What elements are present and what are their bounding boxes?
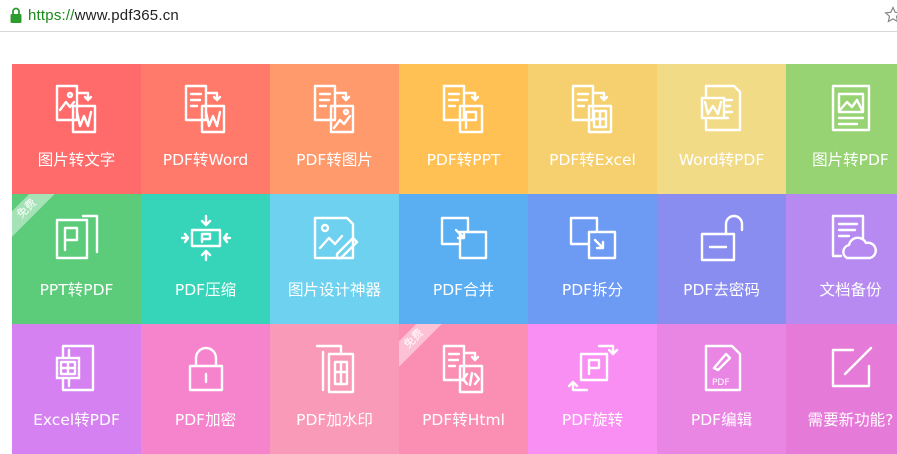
word-to-pdf-icon bbox=[694, 80, 750, 136]
tool-tile-pdf-encrypt[interactable]: PDF加密 bbox=[141, 324, 270, 454]
pdf-to-html-icon bbox=[436, 340, 492, 396]
url-text[interactable]: https://www.pdf365.cn bbox=[28, 6, 179, 26]
url-scheme: https:// bbox=[28, 7, 75, 24]
pdf-edit-icon: PDF bbox=[694, 340, 750, 396]
pdf-to-word-icon bbox=[178, 80, 234, 136]
pdf-encrypt-icon bbox=[178, 340, 234, 396]
tool-tile-pdf-to-ppt[interactable]: PDF转PPT bbox=[399, 64, 528, 194]
tool-tile-label: PDF编辑 bbox=[690, 411, 753, 429]
ppt-to-pdf-icon bbox=[49, 210, 105, 266]
image-to-word-icon bbox=[49, 80, 105, 136]
excel-to-pdf-icon bbox=[49, 340, 105, 396]
tool-tile-label: PDF转Excel bbox=[549, 151, 636, 169]
tool-grid: 图片转文字 PDF转Word PDF转图片 PDF转PPT PDF转Excel Word转… bbox=[12, 64, 897, 454]
tool-tile-image-to-word[interactable]: 图片转文字 bbox=[12, 64, 141, 194]
tool-tile-label: 图片设计神器 bbox=[287, 281, 381, 299]
tool-tile-label: PDF转Word bbox=[162, 151, 249, 169]
image-to-pdf-icon bbox=[823, 80, 879, 136]
address-bar[interactable]: https://www.pdf365.cn bbox=[0, 0, 897, 32]
tool-tile-pdf-watermark[interactable]: PDF加水印 bbox=[270, 324, 399, 454]
tool-tile-excel-to-pdf[interactable]: Excel转PDF bbox=[12, 324, 141, 454]
url-domain: www.pdf365.cn bbox=[74, 7, 179, 24]
pdf-unlock-icon bbox=[694, 210, 750, 266]
pdf-merge-icon bbox=[436, 210, 492, 266]
tool-tile-pdf-unlock[interactable]: PDF去密码 bbox=[657, 194, 786, 324]
tool-tile-label: PDF旋转 bbox=[561, 411, 624, 429]
tool-tile-label: PDF合并 bbox=[432, 281, 495, 299]
tool-tile-label: 文档备份 bbox=[819, 281, 882, 299]
tool-tile-pdf-to-excel[interactable]: PDF转Excel bbox=[528, 64, 657, 194]
tool-tile-label: PDF转PPT bbox=[426, 151, 501, 169]
tool-tile-label: PDF转Html bbox=[422, 411, 505, 429]
tool-tile-image-design[interactable]: 图片设计神器 bbox=[270, 194, 399, 324]
tool-tile-label: PDF压缩 bbox=[174, 281, 237, 299]
tool-tile-label: Word转PDF bbox=[678, 151, 765, 169]
tool-tile-label: 图片转PDF bbox=[812, 151, 889, 169]
tool-tile-label: PDF转图片 bbox=[296, 151, 373, 169]
tool-tile-label: PPT转PDF bbox=[39, 281, 114, 299]
pdf-compress-icon bbox=[178, 210, 234, 266]
cloud-backup-icon bbox=[823, 210, 879, 266]
tool-tile-pdf-to-html[interactable]: PDF转Html 免费 bbox=[399, 324, 528, 454]
tool-tile-label: PDF加水印 bbox=[296, 411, 373, 429]
tool-tile-cloud-backup[interactable]: 文档备份 bbox=[786, 194, 897, 324]
tool-tile-label: 需要新功能? bbox=[807, 411, 894, 429]
svg-text:PDF: PDF bbox=[712, 378, 730, 388]
tool-tile-pdf-to-word[interactable]: PDF转Word bbox=[141, 64, 270, 194]
tool-tile-label: 图片转文字 bbox=[37, 151, 116, 169]
lock-icon bbox=[10, 7, 22, 23]
tool-tile-new-feature[interactable]: 需要新功能? bbox=[786, 324, 897, 454]
tool-tile-ppt-to-pdf[interactable]: PPT转PDF 免费 bbox=[12, 194, 141, 324]
pdf-to-ppt-icon bbox=[436, 80, 492, 136]
tool-tile-pdf-to-image[interactable]: PDF转图片 bbox=[270, 64, 399, 194]
tool-tile-pdf-rotate[interactable]: PDF旋转 bbox=[528, 324, 657, 454]
tool-tile-pdf-edit[interactable]: PDF PDF编辑 bbox=[657, 324, 786, 454]
pdf-watermark-icon bbox=[307, 340, 363, 396]
pdf-to-image-icon bbox=[307, 80, 363, 136]
tool-tile-label: PDF拆分 bbox=[561, 281, 624, 299]
tool-tile-label: PDF去密码 bbox=[683, 281, 760, 299]
tool-tile-pdf-compress[interactable]: PDF压缩 bbox=[141, 194, 270, 324]
tool-tile-label: Excel转PDF bbox=[33, 411, 120, 429]
tool-tile-image-to-pdf[interactable]: 图片转PDF bbox=[786, 64, 897, 194]
pdf-to-excel-icon bbox=[565, 80, 621, 136]
tool-tile-word-to-pdf[interactable]: Word转PDF bbox=[657, 64, 786, 194]
pdf-rotate-icon bbox=[565, 340, 621, 396]
bookmark-star-icon[interactable] bbox=[884, 6, 897, 24]
new-feature-icon bbox=[823, 340, 879, 396]
image-design-icon bbox=[307, 210, 363, 266]
tool-tile-pdf-merge[interactable]: PDF合并 bbox=[399, 194, 528, 324]
tool-tile-label: PDF加密 bbox=[174, 411, 237, 429]
tool-tile-pdf-split[interactable]: PDF拆分 bbox=[528, 194, 657, 324]
pdf-split-icon bbox=[565, 210, 621, 266]
